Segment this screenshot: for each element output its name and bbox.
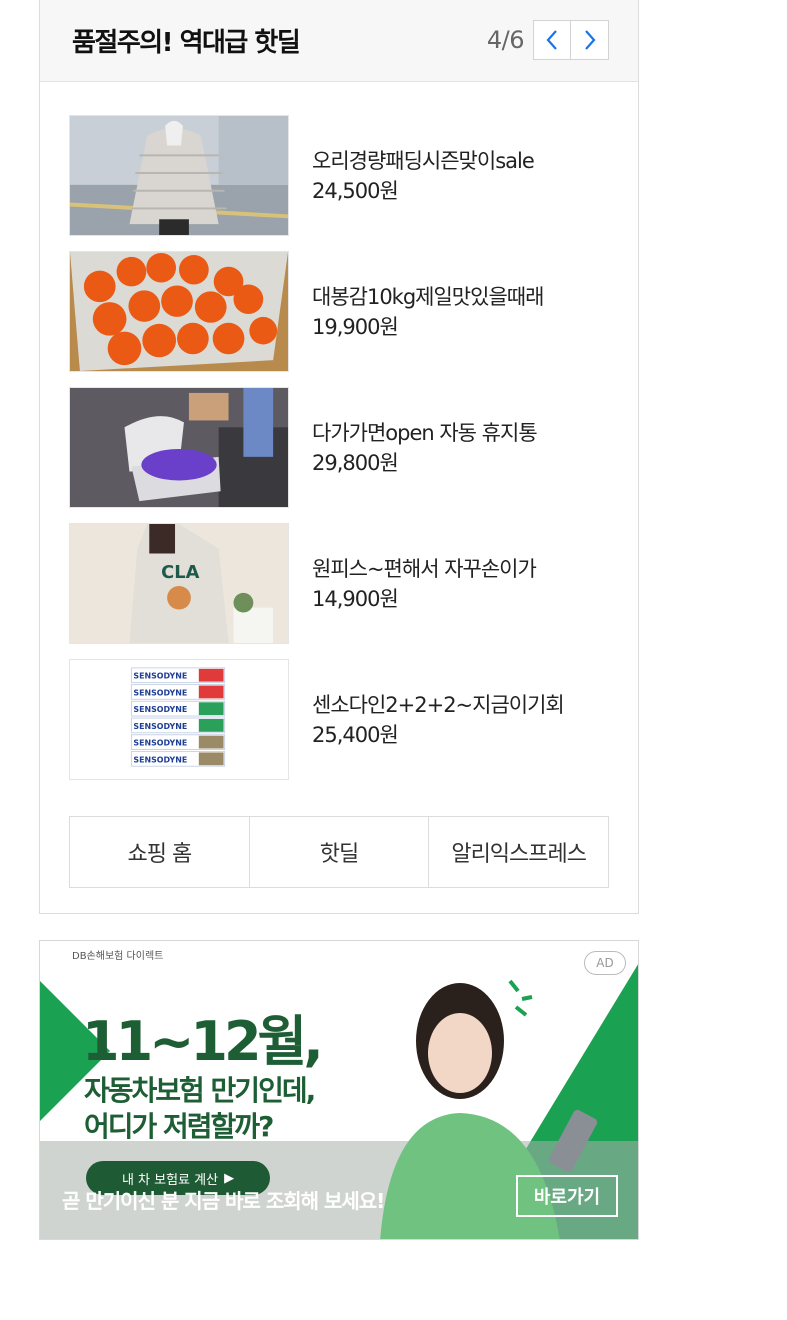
hotdeal-pager: 4/6 xyxy=(487,20,609,60)
ad-brand-logo: DB손해보험 다이렉트 xyxy=(66,945,170,964)
product-name[interactable]: 센소다인2+2+2~지금이기회 xyxy=(312,690,565,720)
chevron-left-icon xyxy=(546,30,557,50)
svg-text:SENSODYNE: SENSODYNE xyxy=(133,755,187,764)
svg-text:SENSODYNE: SENSODYNE xyxy=(133,688,187,697)
product-name[interactable]: 다가가면open 자동 휴지통 xyxy=(312,418,538,448)
hotdeal-title: 품절주의! 역대급 핫딜 xyxy=(72,28,301,58)
product-price: 29,800원 xyxy=(312,450,399,475)
chevron-right-icon xyxy=(584,30,595,50)
hotdeal-item[interactable]: 다가가면open 자동 휴지통 29,800원 xyxy=(69,387,609,508)
svg-text:SENSODYNE: SENSODYNE xyxy=(133,672,187,681)
prev-page-button[interactable] xyxy=(533,20,571,60)
hotdeal-item[interactable]: 대봉감10kg제일맛있을때래 19,900원 xyxy=(69,251,609,372)
page-indicator: 4/6 xyxy=(486,26,525,54)
product-name[interactable]: 대봉감10kg제일맛있을때래 xyxy=(312,282,544,312)
hotdeal-item[interactable]: SENSODYNE SENSODYNE SENSODYNE SENSODYNE SEN… xyxy=(69,659,609,780)
hotdeal-list: 오리경량패딩시즌맞이sale 24,500원 대봉감10kg제일맛있을때래 19… xyxy=(69,115,609,795)
ad-banner-message: 곧 만기이신 분 지금 바로 조회해 보세요! xyxy=(62,1189,385,1213)
hotdeal-item[interactable]: 오리경량패딩시즌맞이sale 24,500원 xyxy=(69,115,609,236)
hotdeal-item[interactable]: CLA 원피스~편해서 자꾸손이가 14,900원 xyxy=(69,523,609,644)
tab-shopping-home[interactable]: 쇼핑 홈 xyxy=(70,817,249,887)
product-image-padded-jacket[interactable] xyxy=(69,115,289,236)
ad-banner[interactable]: DB손해보험 다이렉트 AD 11~12월, 자동차보험 만기인데, 어디가 저… xyxy=(39,940,639,1240)
product-price: 19,900원 xyxy=(312,314,399,339)
svg-text:CLA: CLA xyxy=(161,563,199,583)
product-name[interactable]: 오리경량패딩시즌맞이sale xyxy=(312,146,535,176)
svg-text:SENSODYNE: SENSODYNE xyxy=(133,722,187,731)
product-image-trash-can[interactable] xyxy=(69,387,289,508)
product-price: 25,400원 xyxy=(312,722,399,747)
hotdeal-header: 품절주의! 역대급 핫딜 4/6 xyxy=(40,0,638,82)
play-icon: ▶ xyxy=(224,1170,235,1186)
next-page-button[interactable] xyxy=(571,20,609,60)
shopping-tabs: 쇼핑 홈 핫딜 알리익스프레스 xyxy=(69,816,609,888)
ad-go-button[interactable]: 바로가기 xyxy=(516,1175,618,1217)
product-image-persimmon[interactable] xyxy=(69,251,289,372)
product-image-dress[interactable]: CLA xyxy=(69,523,289,644)
svg-text:SENSODYNE: SENSODYNE xyxy=(133,705,187,714)
ad-subhead-2: 어디가 저렴할까? xyxy=(84,1110,274,1143)
ad-subhead-1: 자동차보험 만기인데, xyxy=(84,1074,316,1107)
tab-hotdeal[interactable]: 핫딜 xyxy=(248,817,429,887)
product-image-toothpaste[interactable]: SENSODYNE SENSODYNE SENSODYNE SENSODYNE SEN… xyxy=(69,659,289,780)
product-name[interactable]: 원피스~편해서 자꾸손이가 xyxy=(312,554,537,584)
product-price: 24,500원 xyxy=(312,178,399,203)
svg-text:SENSODYNE: SENSODYNE xyxy=(133,739,187,748)
product-price: 14,900원 xyxy=(312,586,399,611)
ad-headline: 11~12월, xyxy=(82,1010,324,1073)
tab-aliexpress[interactable]: 알리익스프레스 xyxy=(428,817,608,887)
hotdeal-panel: 품절주의! 역대급 핫딜 4/6 오리경량패딩시즌맞이sale 24,500원 … xyxy=(39,0,639,914)
ad-badge: AD xyxy=(584,951,626,975)
